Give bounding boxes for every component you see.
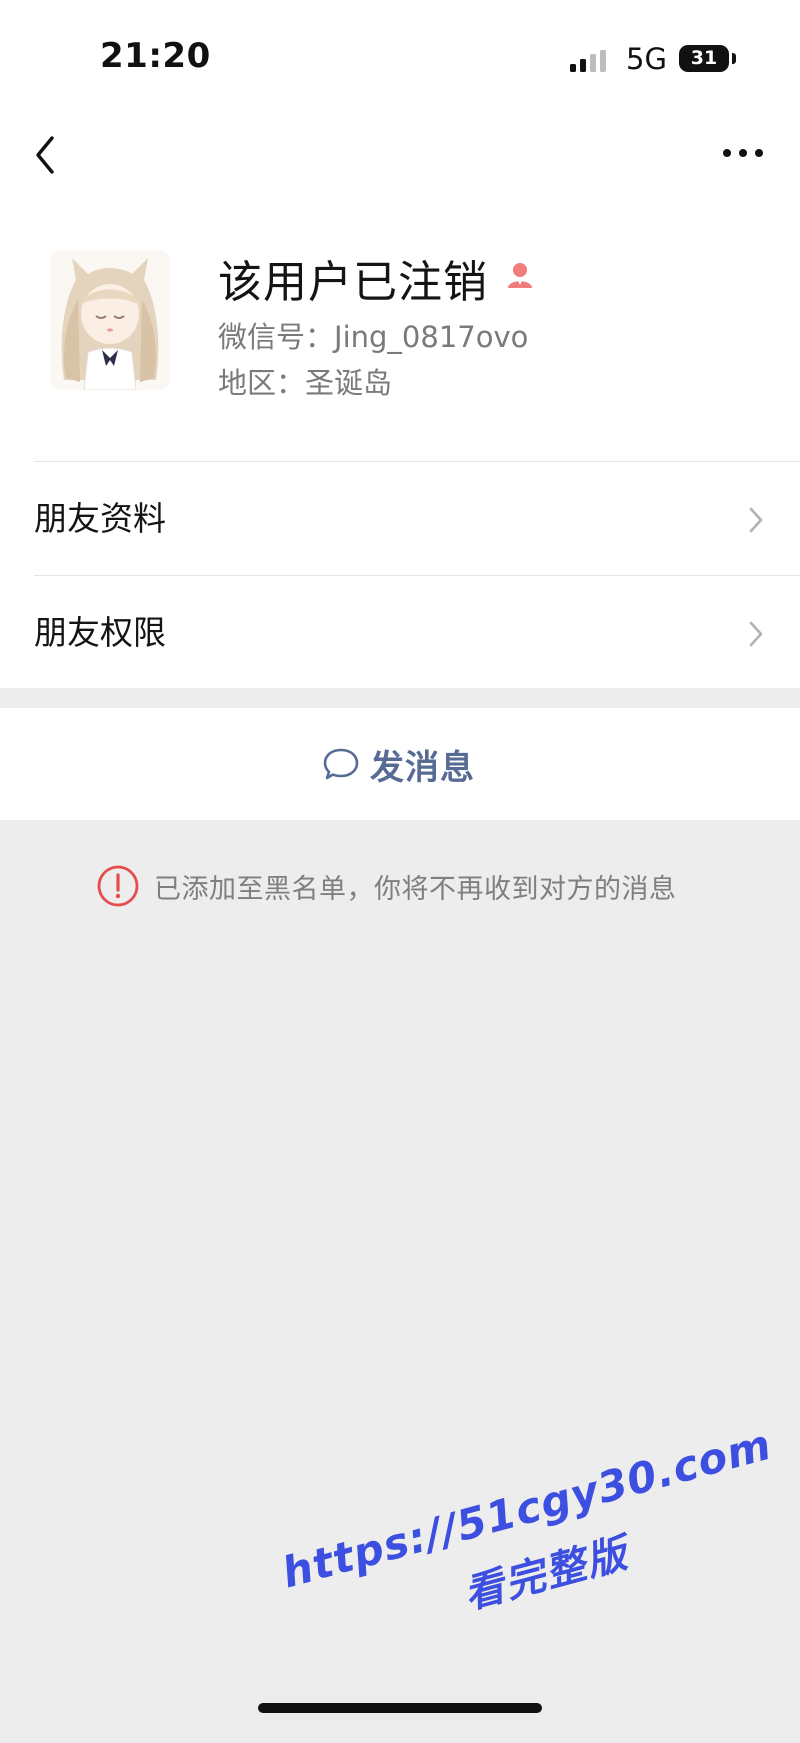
ellipsis-icon xyxy=(723,149,763,157)
watermark: https://51cgy30.com 看完整版 xyxy=(269,1387,800,1743)
battery-icon: 31 xyxy=(679,45,729,72)
menu-item-friend-info[interactable]: 朋友资料 xyxy=(0,463,800,575)
wechat-id-row: 微信号：Jing_0817ovo xyxy=(218,314,528,356)
send-message-content: 发消息 xyxy=(322,708,475,820)
alert-circle-icon xyxy=(97,865,139,907)
more-button[interactable] xyxy=(718,138,768,168)
region-label: 地区： xyxy=(218,366,306,400)
status-time: 21:20 xyxy=(100,36,211,76)
wechat-id-value: Jing_0817ovo xyxy=(334,320,529,354)
person-badge-icon xyxy=(503,259,537,293)
back-button[interactable] xyxy=(30,125,70,185)
profile-name: 该用户已注销 xyxy=(218,257,488,308)
menu-item-label: 朋友资料 xyxy=(34,499,166,538)
anime-girl-avatar-icon xyxy=(50,250,170,390)
chevron-right-icon xyxy=(749,621,763,647)
chevron-left-icon xyxy=(36,136,54,174)
chat-bubble-icon xyxy=(323,748,359,780)
region-value: 圣诞岛 xyxy=(305,366,393,400)
menu-item-friend-permissions[interactable]: 朋友权限 xyxy=(0,577,800,689)
home-indicator[interactable] xyxy=(258,1703,542,1713)
blacklist-notice-text: 已添加至黑名单，你将不再收到对方的消息 xyxy=(154,873,677,905)
menu-item-label: 朋友权限 xyxy=(34,613,166,652)
divider xyxy=(34,461,800,462)
signal-icon xyxy=(570,50,610,72)
wechat-id-label: 微信号： xyxy=(218,320,335,354)
send-message-button[interactable]: 发消息 xyxy=(0,708,800,820)
send-message-label: 发消息 xyxy=(370,747,475,788)
avatar[interactable] xyxy=(50,250,170,390)
chevron-right-icon xyxy=(749,507,763,533)
battery-tip xyxy=(732,53,736,64)
network-label: 5G xyxy=(626,42,667,76)
blacklist-notice: 已添加至黑名单，你将不再收到对方的消息 xyxy=(96,864,677,908)
region-row: 地区：圣诞岛 xyxy=(218,360,392,402)
divider xyxy=(34,575,800,576)
